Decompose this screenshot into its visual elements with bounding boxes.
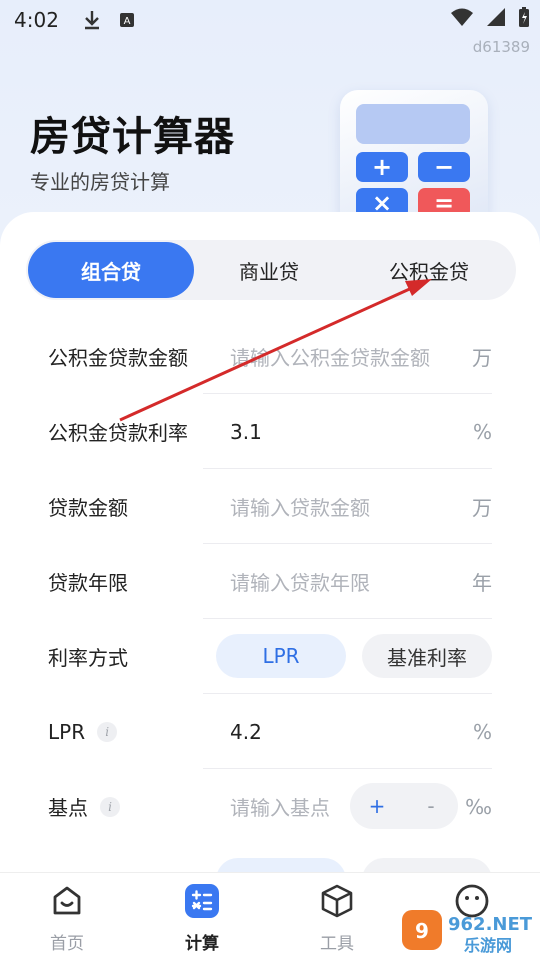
loan-amount-row: 贷款金额 请输入贷款金额 万 [0,469,540,544]
svg-text:9: 9 [415,919,429,943]
loan-years-label: 贷款年限 [48,571,128,595]
tab-combined-loan[interactable]: 组合贷 [28,242,194,298]
watermark-brand: 962.NET [448,914,533,935]
lpr-unit: % [472,719,492,744]
minus-key: − [418,152,470,182]
rate-mode-row: 利率方式 LPR 基准利率 [0,619,540,694]
fund-rate-input[interactable]: 3.1 [230,394,262,469]
fund-amount-input[interactable]: 请输入公积金贷款金额 [230,319,430,394]
basis-points-stepper: + - [350,783,458,829]
lpr-label-wrap: LPR i [48,694,118,769]
fund-amount-row: 公积金贷款金额 请输入公积金贷款金额 万 [0,319,540,394]
fund-amount-unit: 万 [472,346,492,370]
decrement-button[interactable]: - [404,783,458,829]
loan-amount-unit: 万 [472,496,492,520]
loan-amount-label: 贷款金额 [48,496,128,520]
page-title: 房贷计算器 [30,114,235,160]
watermark-text: 乐游网 [464,936,512,955]
plus-key: + [356,152,408,182]
nav-home[interactable]: 首页 [17,873,117,960]
loan-years-row: 贷款年限 请输入贷款年限 年 [0,544,540,619]
nav-calculate[interactable]: 计算 [152,873,252,960]
lpr-label: LPR [48,719,86,744]
calculator-illustration: + − × = [340,90,488,230]
basis-points-unit: ‰ [465,794,492,819]
cube-icon [321,884,353,918]
fund-amount-label: 公积金贷款金额 [48,346,188,370]
lpr-input[interactable]: 4.2 [230,694,262,769]
fund-rate-label: 公积金贷款利率 [48,421,188,445]
battery-icon [519,7,529,27]
basis-points-input[interactable]: 请输入基点 [230,769,330,844]
fund-rate-unit: % [472,419,492,444]
status-icons [450,6,530,28]
loan-years-input[interactable]: 请输入贷款年限 [230,544,370,619]
nav-calculate-label: 计算 [185,934,219,954]
info-icon[interactable]: i [97,721,118,742]
device-id-watermark: d61389 [472,38,530,56]
rate-mode-lpr-option[interactable]: LPR [216,634,346,678]
signal-icon [487,8,505,26]
status-time: 4:02 [14,8,59,32]
wifi-icon [451,8,473,26]
increment-button[interactable]: + [350,783,404,829]
calculator-screen [356,104,470,144]
loan-amount-input[interactable]: 请输入贷款金额 [230,469,370,544]
rate-mode-benchmark-option[interactable]: 基准利率 [362,634,492,678]
basis-points-row: 基点 i 请输入基点 + - ‰ [0,769,540,844]
watermark-badge-icon: 9 962.NET 乐游网 [402,910,533,955]
basis-points-label-wrap: 基点 i [48,769,120,844]
tab-fund-loan[interactable]: 公积金贷 [346,242,512,298]
loan-years-unit: 年 [472,571,492,595]
home-icon [53,886,81,915]
font-app-icon: A [119,13,134,27]
loan-type-tabs: 组合贷 商业贷 公积金贷 [26,240,516,300]
page-subtitle: 专业的房贷计算 [30,170,170,194]
site-watermark-logo: 9 962.NET 乐游网 [398,908,534,956]
fund-rate-row: 公积金贷款利率 3.1 % [0,394,540,469]
lpr-row: LPR i 4.2 % [0,694,540,769]
nav-tools[interactable]: 工具 [287,873,387,960]
rate-mode-label: 利率方式 [48,646,128,670]
calculator-icon [185,884,219,918]
nav-home-label: 首页 [50,934,84,954]
basis-points-label: 基点 [48,796,88,820]
calculator-card: 组合贷 商业贷 公积金贷 公积金贷款金额 请输入公积金贷款金额 万 公积金贷款利… [0,212,540,912]
download-icon [84,11,99,30]
info-icon[interactable]: i [100,796,120,817]
nav-tools-label: 工具 [320,934,354,954]
svg-text:A: A [124,16,131,27]
tab-commercial-loan[interactable]: 商业贷 [186,242,352,298]
